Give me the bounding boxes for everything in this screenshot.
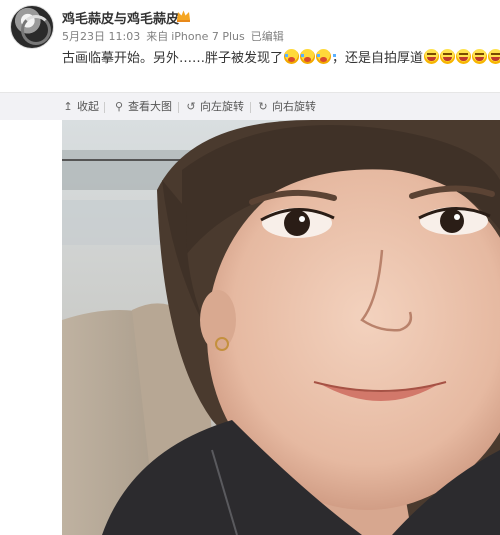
rotate-right-button[interactable]: ↻ 向右旋转 <box>257 98 316 114</box>
post-text: 古画临摹开始。另外……胖子被发现了 ，还是自拍厚道 <box>62 47 500 66</box>
rotate-left-label: 向左旋转 <box>200 100 244 113</box>
rotate-right-label: 向右旋转 <box>272 100 316 113</box>
toolbar-divider <box>178 102 179 113</box>
view-large-button[interactable]: ⚲ 查看大图 <box>113 98 172 114</box>
emoji-group-2 <box>424 49 500 64</box>
magnifier-icon: ⚲ <box>114 99 124 113</box>
arrow-up-icon: ↥ <box>63 99 73 113</box>
grinning-emoji-icon <box>440 49 456 64</box>
rotate-left-icon: ↺ <box>186 99 196 113</box>
emoji-group-1 <box>284 49 337 64</box>
device-source[interactable]: iPhone 7 Plus <box>171 30 245 43</box>
avatar[interactable] <box>10 5 54 49</box>
post-text-tail: ，还是自拍厚道 <box>332 51 424 66</box>
post-text-main: 古画临摹开始。另外……胖子被发现了 <box>62 51 284 66</box>
selfie-photo <box>62 120 500 535</box>
laughing-crying-emoji-icon <box>316 49 337 64</box>
grinning-emoji-icon <box>488 49 500 64</box>
post-header: 鸡毛蒜皮与鸡毛蒜皮 5月23日 11:03 来自 iPhone 7 Plus 已编辑 … <box>0 0 500 90</box>
rotate-left-button[interactable]: ↺ 向左旋转 <box>185 98 244 114</box>
view-large-label: 查看大图 <box>128 100 172 113</box>
post-image[interactable] <box>62 120 500 535</box>
image-toolbar: ↥ 收起 ⚲ 查看大图 ↺ 向左旋转 ↻ 向右旋转 <box>0 92 500 120</box>
grinning-emoji-icon <box>456 49 472 64</box>
collapse-button[interactable]: ↥ 收起 <box>62 98 99 114</box>
grinning-emoji-icon <box>424 49 440 64</box>
source-prefix: 来自 <box>146 30 169 43</box>
collapse-label: 收起 <box>77 100 99 113</box>
rotate-right-icon: ↻ <box>258 99 268 113</box>
post-date[interactable]: 5月23日 11:03 <box>62 30 140 43</box>
laughing-crying-emoji-icon <box>284 49 305 64</box>
post-meta: 5月23日 11:03 来自 iPhone 7 Plus 已编辑 <box>62 28 290 44</box>
username-link[interactable]: 鸡毛蒜皮与鸡毛蒜皮 <box>62 8 179 27</box>
laughing-crying-emoji-icon <box>300 49 321 64</box>
grinning-emoji-icon <box>472 49 488 64</box>
crown-badge-icon <box>177 10 190 22</box>
edited-tag[interactable]: 已编辑 <box>251 30 284 43</box>
toolbar-divider <box>104 102 105 113</box>
toolbar-divider <box>250 102 251 113</box>
